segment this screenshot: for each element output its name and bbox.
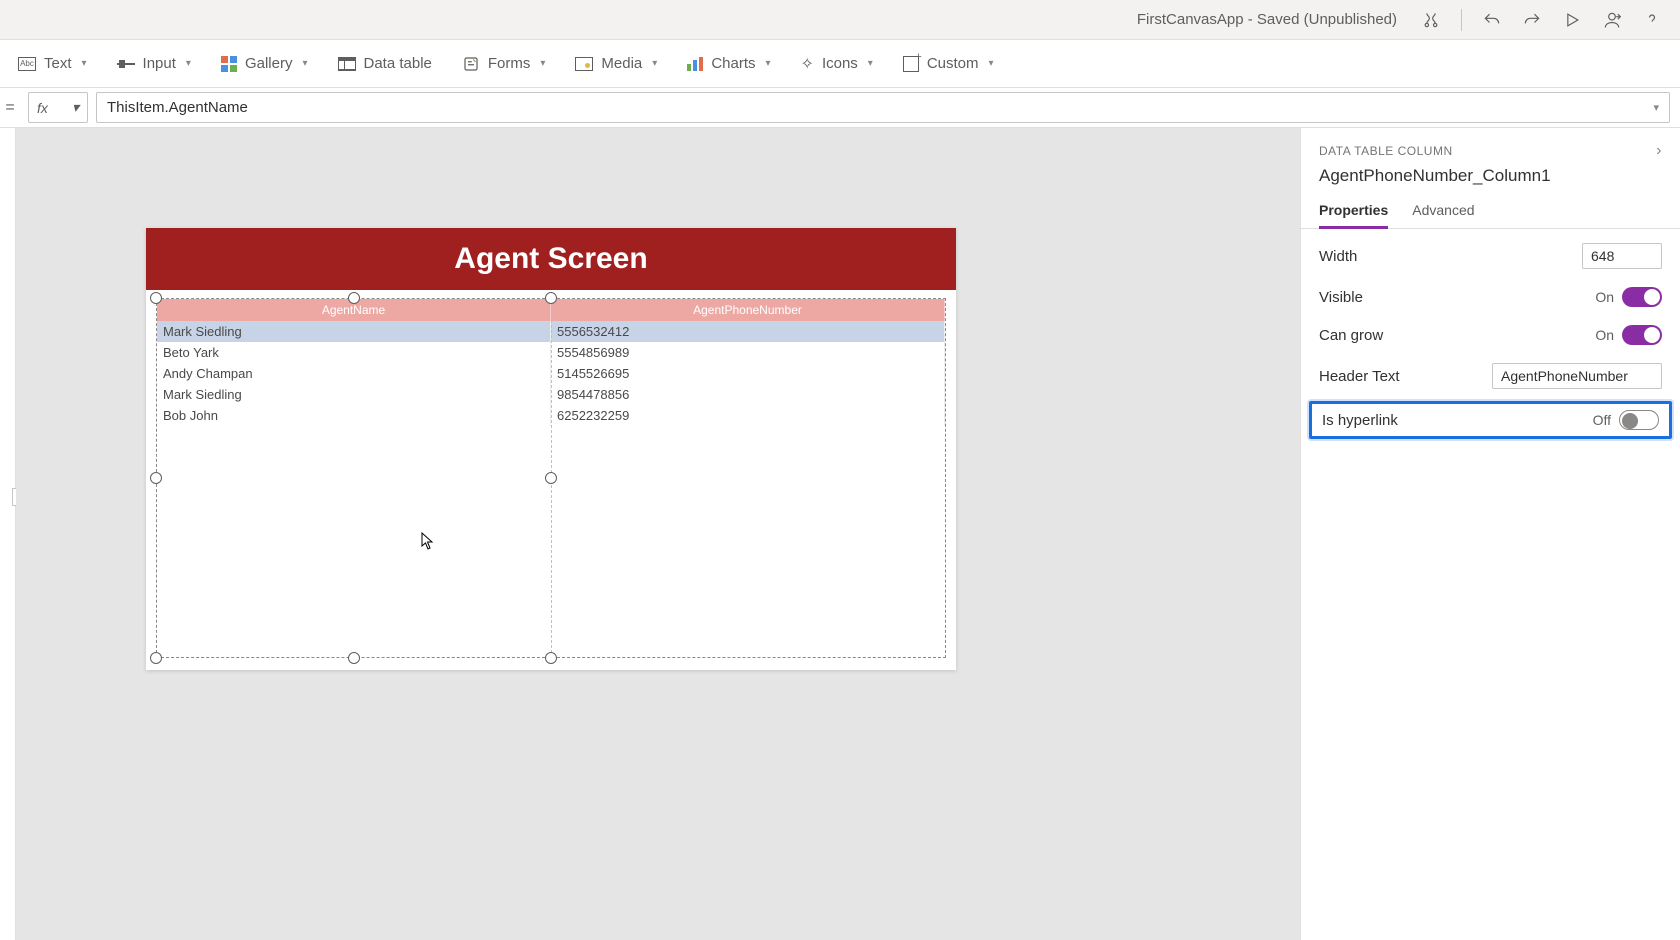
undo-button[interactable] [1476, 4, 1508, 36]
can-grow-toggle[interactable] [1622, 325, 1662, 345]
resize-handle[interactable] [545, 472, 557, 484]
formula-bar: = fx▾ ThisItem.AgentName ▾ [0, 88, 1680, 128]
prop-is-hyperlink: Is hyperlink Off [1309, 401, 1672, 439]
icons-icon: ✧ [801, 54, 814, 74]
ribbon-forms[interactable]: Forms▾ [462, 55, 546, 73]
resize-handle[interactable] [545, 292, 557, 304]
ribbon-media[interactable]: Media▾ [575, 55, 657, 72]
text-icon: Abc [18, 57, 36, 71]
resize-handle[interactable] [348, 292, 360, 304]
canvas[interactable]: Agent Screen AgentName AgentPhoneNumber … [16, 128, 1300, 940]
equals-label: = [0, 92, 20, 123]
help-button[interactable] [1636, 4, 1668, 36]
resize-handle[interactable] [348, 652, 360, 664]
preview-button[interactable] [1556, 4, 1588, 36]
prop-can-grow: Can grow On [1319, 325, 1662, 345]
ribbon-icons[interactable]: ✧ Icons▾ [801, 54, 873, 74]
width-input[interactable]: 648 [1582, 243, 1662, 269]
media-icon [575, 57, 593, 71]
left-rail [0, 128, 16, 940]
redo-button[interactable] [1516, 4, 1548, 36]
custom-icon [903, 56, 919, 72]
resize-handle[interactable] [150, 292, 162, 304]
screen-header: Agent Screen [146, 228, 956, 290]
tab-properties[interactable]: Properties [1319, 202, 1388, 228]
ribbon-charts[interactable]: Charts▾ [687, 55, 770, 72]
resize-handle[interactable] [150, 472, 162, 484]
formula-input[interactable]: ThisItem.AgentName ▾ [96, 92, 1670, 123]
title-bar: FirstCanvasApp - Saved (Unpublished) [0, 0, 1680, 40]
header-text-input[interactable]: AgentPhoneNumber [1492, 363, 1662, 389]
app-title: FirstCanvasApp - Saved (Unpublished) [1137, 11, 1397, 28]
ribbon-text[interactable]: Abc Text▾ [18, 55, 87, 72]
charts-icon [687, 57, 703, 71]
properties-panel: DATA TABLE COLUMN › AgentPhoneNumber_Col… [1300, 128, 1680, 940]
ribbon-custom[interactable]: Custom▾ [903, 55, 994, 72]
property-selector[interactable]: fx▾ [28, 92, 88, 123]
app-screen: Agent Screen AgentName AgentPhoneNumber … [146, 228, 956, 670]
expand-formula-icon[interactable]: ▾ [1653, 101, 1659, 114]
ribbon-input[interactable]: Input▾ [117, 55, 191, 72]
panel-caption: DATA TABLE COLUMN [1319, 144, 1453, 158]
prop-header-text: Header Text AgentPhoneNumber [1319, 363, 1662, 389]
gallery-icon [221, 56, 237, 72]
ribbon-gallery[interactable]: Gallery▾ [221, 55, 308, 72]
input-icon [117, 63, 135, 65]
resize-handle[interactable] [545, 652, 557, 664]
is-hyperlink-toggle[interactable] [1619, 410, 1659, 430]
data-table-icon [338, 57, 356, 71]
visible-toggle[interactable] [1622, 287, 1662, 307]
share-button[interactable] [1596, 4, 1628, 36]
column-header-agentphonenumber[interactable]: AgentPhoneNumber [551, 299, 945, 321]
prop-width: Width 648 [1319, 243, 1662, 269]
resize-handle[interactable] [150, 652, 162, 664]
app-checker-icon[interactable] [1415, 4, 1447, 36]
ribbon-data-table[interactable]: Data table [338, 55, 432, 72]
insert-ribbon: Abc Text▾ Input▾ Gallery▾ Data table For… [0, 40, 1680, 88]
forms-icon [462, 55, 480, 73]
selected-object-name: AgentPhoneNumber_Column1 [1319, 166, 1662, 186]
data-table-control[interactable]: AgentName AgentPhoneNumber Mark Siedling… [156, 298, 946, 658]
prop-visible: Visible On [1319, 287, 1662, 307]
tab-advanced[interactable]: Advanced [1412, 202, 1474, 228]
panel-chevron-right-icon[interactable]: › [1656, 142, 1662, 160]
